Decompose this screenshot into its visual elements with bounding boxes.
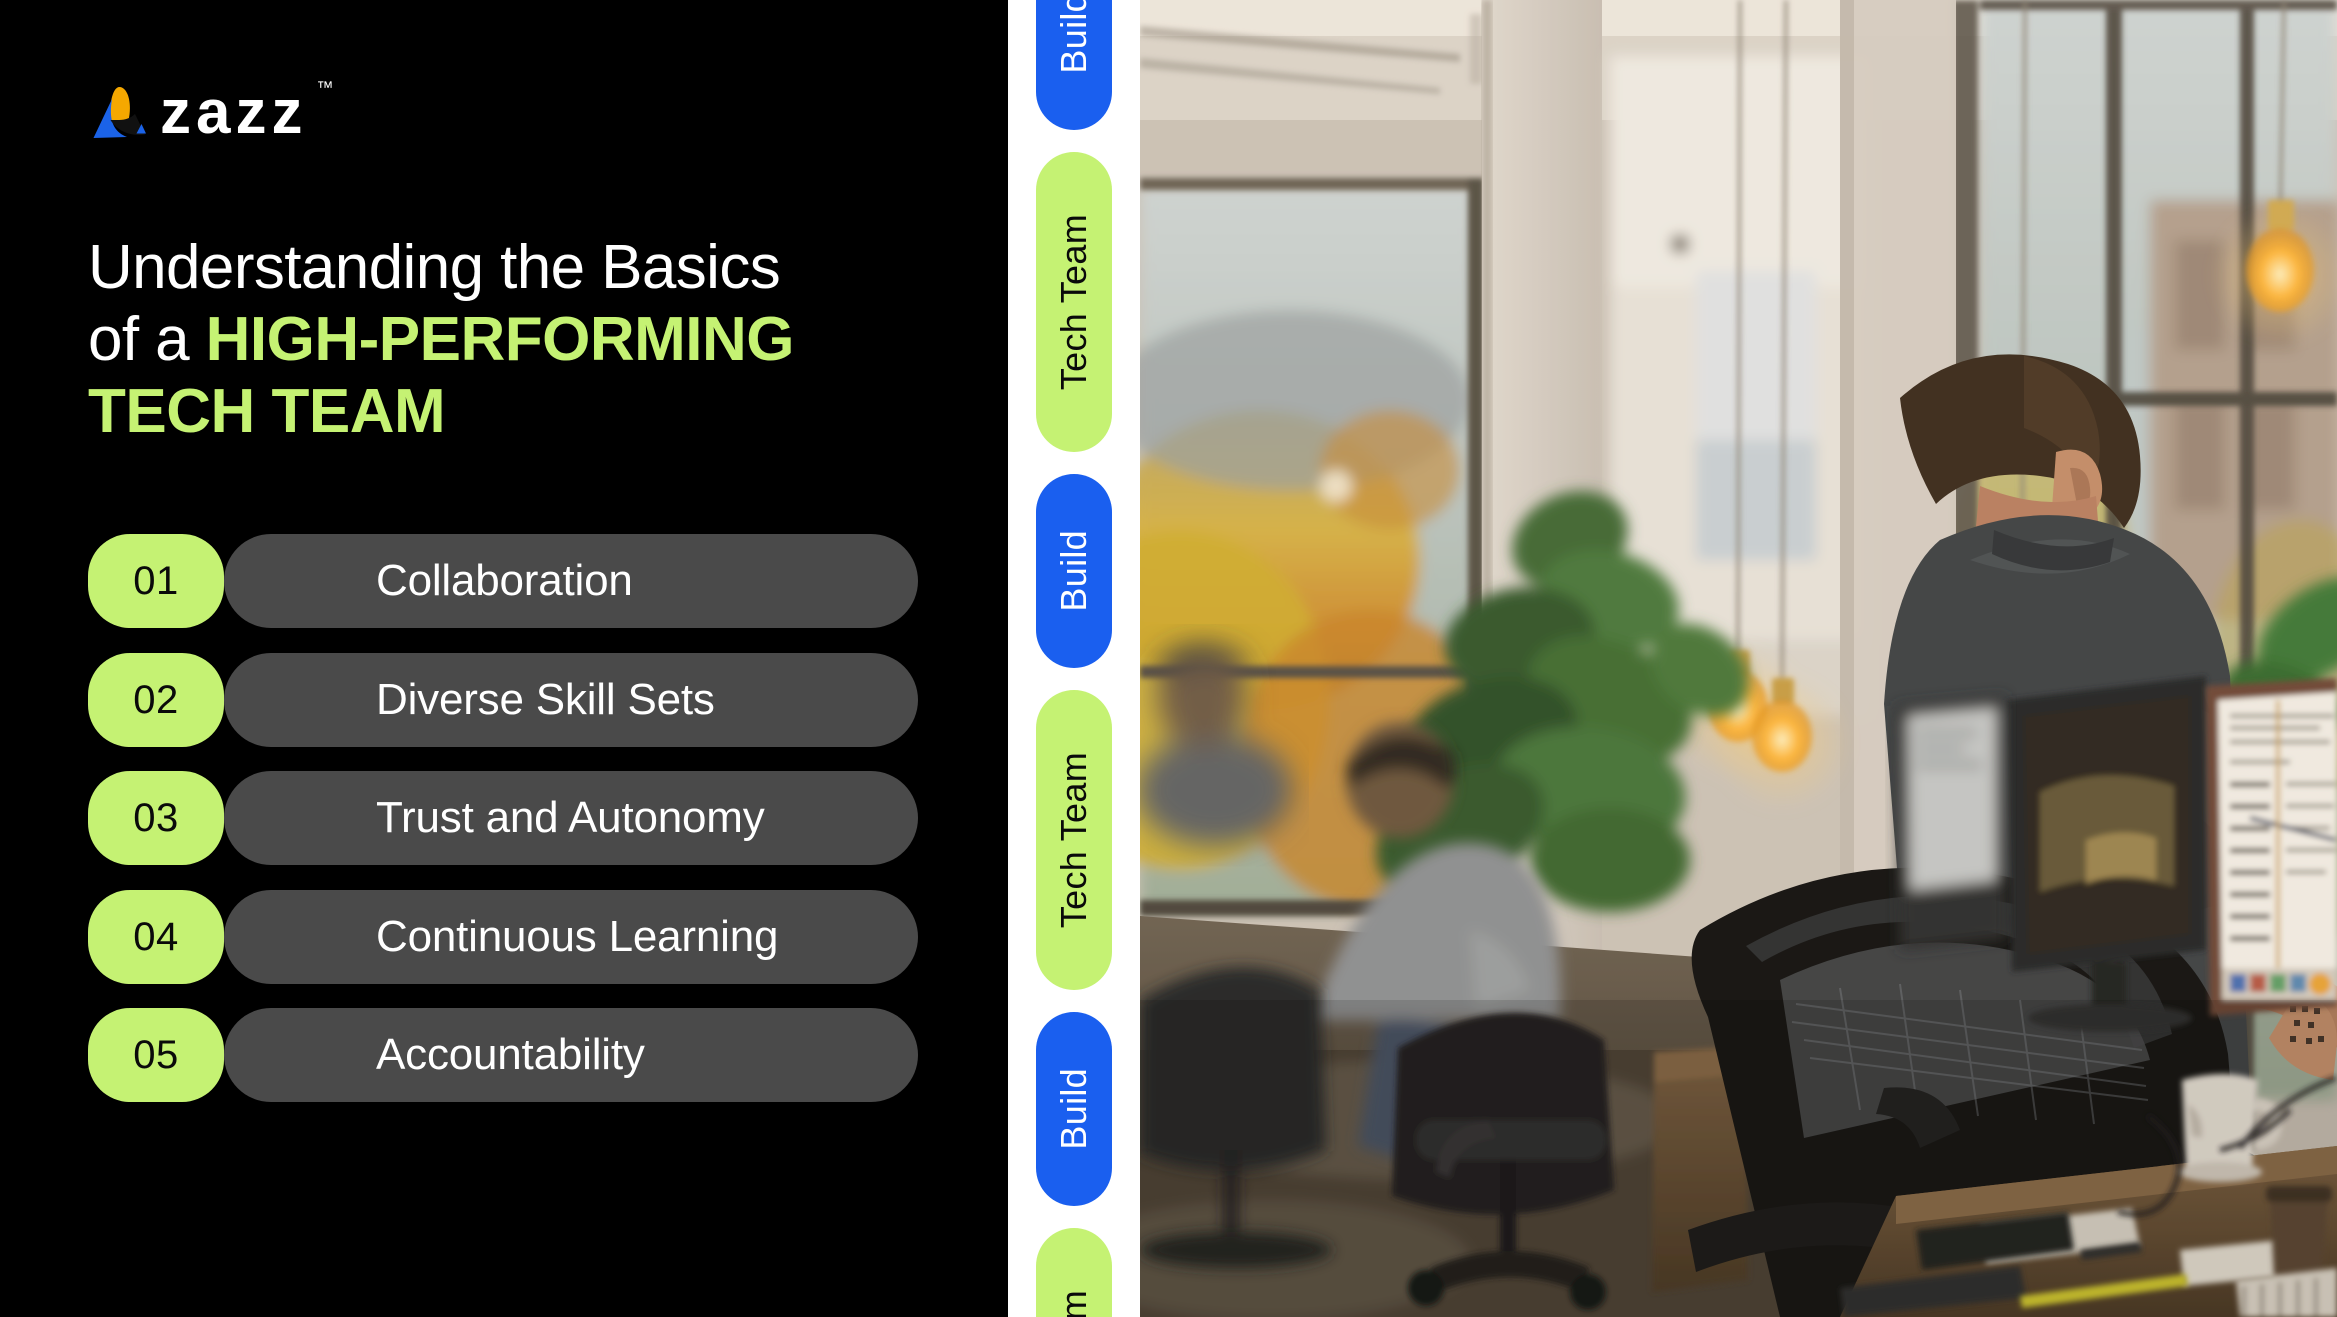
list-item-number: 05 <box>133 1033 179 1077</box>
list-item-pill: Diverse Skill Sets <box>224 652 918 747</box>
page-title: Understanding the Basics of a HIGH-PERFO… <box>88 232 888 448</box>
zazz-wordmark: zazz <box>160 78 308 147</box>
list-item-pill: Collaboration <box>224 534 918 628</box>
list-item-number-badge: 02 <box>88 652 224 747</box>
headline-accent-high-performing: HIGH-PERFORMING <box>205 304 795 374</box>
tag-label: Tech Team <box>1053 213 1094 391</box>
tag-label: Tech Team <box>1053 751 1094 929</box>
tag-label: Build <box>1053 1068 1094 1150</box>
list-item[interactable]: Continuous Learning 04 <box>88 889 918 984</box>
vertical-tag-strip: Build Tech Team Build Tech Team Build Te… <box>1008 0 1140 1317</box>
list-item-pill: Continuous Learning <box>224 889 918 984</box>
list-item-number: 04 <box>133 914 179 959</box>
list-item-number: 02 <box>133 677 179 722</box>
list-item[interactable]: Collaboration 01 <box>88 534 918 628</box>
tag-build[interactable]: Build <box>1036 474 1112 668</box>
list-item-number: 03 <box>133 796 179 840</box>
left-content-panel: zazz ™ Understanding the Basics of a HIG… <box>0 0 1008 1317</box>
tag-build[interactable]: Build <box>1036 1012 1112 1206</box>
list-item-number-badge: 05 <box>88 1008 224 1102</box>
list-item-number-badge: 04 <box>88 889 224 984</box>
tag-label: Build <box>1053 0 1094 74</box>
tag-build[interactable]: Build <box>1036 0 1112 130</box>
list-item-label: Trust and Autonomy <box>376 793 765 842</box>
zazz-logo-mark-icon <box>90 84 150 142</box>
tag-track: Build Tech Team Build Tech Team Build Te… <box>1008 0 1140 1317</box>
trademark-symbol: ™ <box>316 78 334 97</box>
infographic-slide: zazz ™ Understanding the Basics of a HIG… <box>0 0 2337 1317</box>
tag-tech-team[interactable]: Tech Team <box>1036 690 1112 990</box>
list-item-number-badge: 01 <box>88 534 224 628</box>
list-item-label: Collaboration <box>376 556 633 605</box>
list-item-pill: Accountability <box>224 1008 918 1102</box>
list-item-pill: Trust and Autonomy <box>224 771 918 865</box>
office-photo <box>1140 0 2337 1317</box>
list-item-number: 01 <box>133 559 179 603</box>
list-item[interactable]: Diverse Skill Sets 02 <box>88 652 918 747</box>
list-item[interactable]: Trust and Autonomy 03 <box>88 771 918 865</box>
headline-line-2-prefix: of a <box>88 304 206 374</box>
tag-tech-team[interactable]: Tech Team <box>1036 152 1112 452</box>
headline-accent-tech-team: TECH TEAM <box>88 376 446 446</box>
tag-label: Tech Team <box>1053 1290 1094 1317</box>
headline-line-1: Understanding the Basics <box>88 233 781 302</box>
list-item[interactable]: Accountability 05 <box>88 1008 918 1102</box>
list-item-number-badge: 03 <box>88 771 224 865</box>
list-item-label: Accountability <box>376 1030 645 1079</box>
key-traits-list: Collaboration 01 Diverse Skill Sets 02 T… <box>88 534 918 1102</box>
list-item-label: Diverse Skill Sets <box>376 674 715 724</box>
tag-tech-team[interactable]: Tech Team <box>1036 1228 1112 1317</box>
list-item-label: Continuous Learning <box>376 911 779 961</box>
zazz-logo[interactable]: zazz ™ <box>90 78 333 147</box>
tag-label: Build <box>1053 530 1094 612</box>
